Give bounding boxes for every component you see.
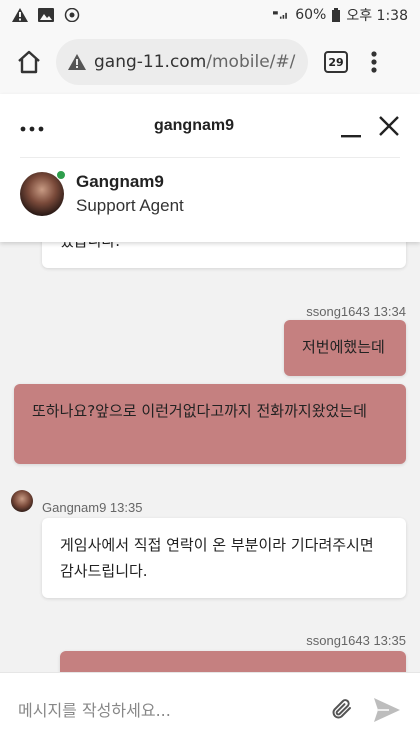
agent-info: Gangnam9 Support Agent <box>76 172 184 216</box>
attach-button[interactable] <box>328 695 358 725</box>
message-input[interactable] <box>18 700 320 720</box>
close-button[interactable] <box>378 115 400 137</box>
close-icon <box>379 115 399 136</box>
warning-icon <box>12 8 28 22</box>
browser-menu-button[interactable] <box>362 47 386 77</box>
url-host: gang-11.com <box>94 52 207 72</box>
message-text: 게임사에서 직접 연락이 온 부분이라 기다려주시면 감사드립니다. <box>60 536 374 580</box>
signal-icon <box>273 11 288 19</box>
image-icon <box>38 8 54 22</box>
tab-switcher-button[interactable]: 29 <box>324 51 348 73</box>
user-message-bubble: 저번에했는데 <box>284 320 406 376</box>
message-list[interactable]: 었습니다. ssong1643 13:34 저번에했는데 또하나요?앞으로 이런… <box>0 242 420 672</box>
user-message-bubble: 또하나요?앞으로 이런거없다고까지 전화까지왔었는데 <box>14 384 406 464</box>
address-bar[interactable]: gang-11.com/mobile/#/ <box>56 39 308 85</box>
status-bar: 60% 오후 1:38 <box>0 0 420 30</box>
home-button[interactable] <box>10 43 48 81</box>
minimize-icon <box>341 134 361 137</box>
home-icon <box>18 50 40 74</box>
chat-title-row: gangnam9 <box>20 94 400 158</box>
message-text: 저번에했는데 <box>302 338 385 356</box>
send-button[interactable] <box>372 695 402 725</box>
agent-card: Gangnam9 Support Agent <box>0 158 420 230</box>
eye-icon <box>64 8 80 22</box>
battery-icon <box>332 8 341 22</box>
agent-message-bubble: 게임사에서 직접 연락이 온 부분이라 기다려주시면 감사드립니다. <box>42 518 406 598</box>
chat-title: gangnam9 <box>153 116 234 134</box>
more-horizontal-icon <box>20 126 44 131</box>
url-path: /mobile/#/ <box>206 52 296 72</box>
agent-avatar-small <box>11 490 33 512</box>
minimize-button[interactable] <box>338 113 364 139</box>
message-composer <box>0 672 420 747</box>
message-meta: ssong1643 13:35 <box>306 633 406 648</box>
message-meta: ssong1643 13:34 <box>306 304 406 319</box>
agent-message-bubble: 었습니다. <box>42 242 406 268</box>
url-text: gang-11.com/mobile/#/ <box>94 52 295 72</box>
agent-role: Support Agent <box>76 196 184 215</box>
online-status-dot <box>56 170 66 180</box>
agent-avatar-wrap <box>20 170 66 216</box>
warning-icon <box>68 54 86 70</box>
more-vertical-icon <box>371 51 377 73</box>
browser-toolbar: gang-11.com/mobile/#/ 29 <box>0 30 420 94</box>
chat-header: gangnam9 Gangnam9 Support Agent <box>0 94 420 242</box>
battery-percent: 60% <box>295 7 327 23</box>
chat-options-button[interactable] <box>20 115 50 137</box>
message-meta: Gangnam9 13:35 <box>42 500 143 515</box>
agent-name: Gangnam9 <box>76 172 164 191</box>
send-icon <box>374 698 400 722</box>
message-text: 었습니다. <box>60 242 120 250</box>
message-text: 또하나요?앞으로 이런거없다고까지 전화까지왔었는데 <box>32 402 367 420</box>
clock: 오후 1:38 <box>346 8 408 24</box>
paperclip-icon <box>332 699 351 719</box>
user-message-bubble <box>60 651 406 672</box>
